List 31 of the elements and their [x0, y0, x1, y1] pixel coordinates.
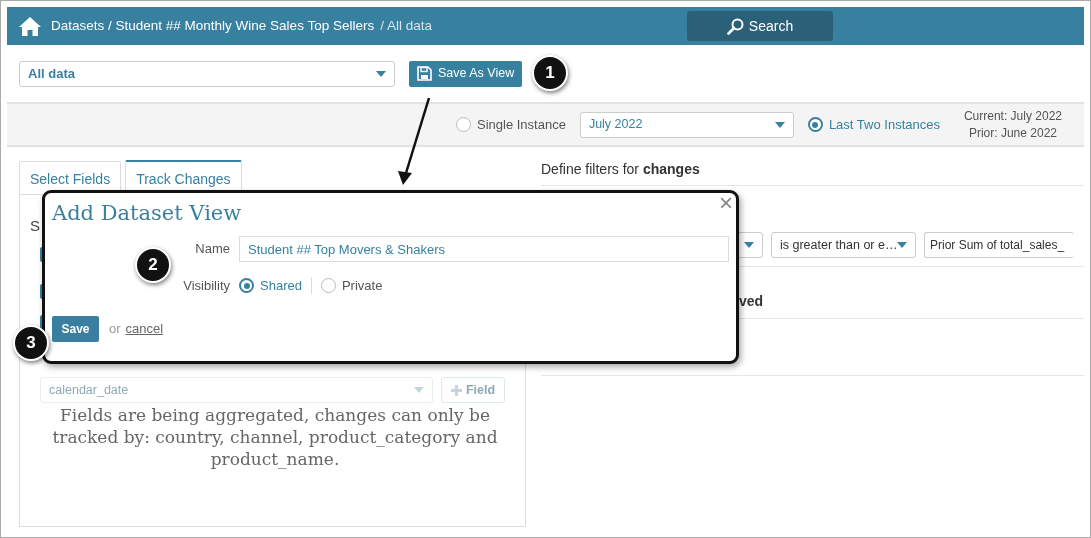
breadcrumb-link[interactable]: Datasets / Student ## Monthly Wine Sales Top Sellers	[51, 15, 375, 37]
section-title: Define filters for changes	[541, 159, 1084, 186]
breadcrumb-current: / All data	[380, 16, 432, 35]
info-message: Fields are being aggregated, changes can only be tracked by: country, channel, product_category and product_name.	[51, 405, 499, 471]
radio-option[interactable]: Shared	[239, 276, 302, 296]
value-field[interactable]: Prior Sum of total_sales_	[924, 232, 1074, 258]
step-marker: 1	[532, 55, 568, 91]
instance-dropdown[interactable]: July 2022	[579, 111, 794, 138]
heading-text: S	[30, 216, 40, 236]
name-input[interactable]: Student ## Top Movers & Shakers	[239, 236, 729, 263]
field-dropdown[interactable]: calendar_date	[40, 377, 433, 403]
radio-option[interactable]: Last Two Instances	[807, 114, 940, 135]
view-dropdown[interactable]: All data	[19, 60, 395, 87]
save-as-view-button[interactable]: Save As View	[409, 60, 523, 87]
radio-option[interactable]: Private	[320, 276, 383, 296]
dialog-title: Add Dataset View	[52, 201, 242, 227]
save-button[interactable]: Save	[52, 315, 99, 342]
cancel-link[interactable]: cancel	[125, 318, 164, 339]
close-button[interactable]: ×	[719, 191, 733, 215]
section-heading: ved	[739, 292, 764, 311]
prior-date-text: Prior: June 2022	[967, 124, 1058, 141]
current-date-text: Current: July 2022	[963, 108, 1062, 125]
tab[interactable]: Select Fields	[19, 161, 122, 194]
step-marker: 3	[13, 325, 49, 361]
add-field-button[interactable]: Field	[441, 377, 505, 403]
visibility-label: Visibility	[182, 277, 230, 296]
search-button[interactable]: Search	[687, 11, 833, 41]
filter-dropdown[interactable]: is greater than or e…	[771, 232, 916, 258]
or-text: or	[109, 319, 121, 338]
radio-option[interactable]: Single Instance	[456, 114, 566, 135]
name-label: Name	[194, 240, 230, 259]
